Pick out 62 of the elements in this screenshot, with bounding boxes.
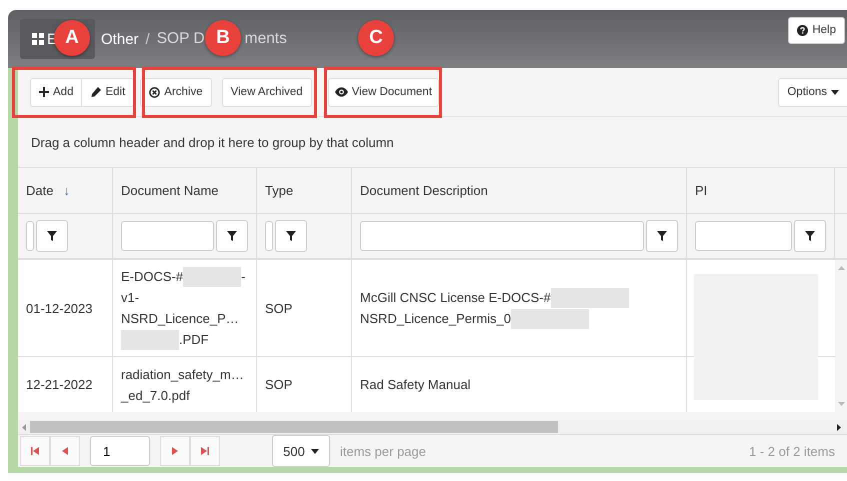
page-size-label: items per page: [340, 444, 426, 458]
filter-field[interactable]: [26, 221, 34, 251]
page-field[interactable]: 1: [90, 436, 150, 466]
table-cell: SOP: [257, 260, 352, 356]
column-header[interactable]: PI: [687, 168, 835, 214]
column-header[interactable]: Document Description: [352, 168, 687, 214]
funnel-icon: [286, 231, 296, 241]
circle-x-icon: [149, 86, 160, 98]
funnel-icon: [47, 231, 57, 241]
column-header[interactable]: Document Name: [113, 168, 257, 214]
filter-button[interactable]: [275, 220, 307, 252]
horizontal-scrollbar[interactable]: [18, 420, 847, 434]
options-button[interactable]: Options: [778, 78, 847, 106]
edit-button[interactable]: Edit: [82, 78, 134, 106]
filter-field[interactable]: [121, 221, 214, 251]
breadcrumb-link[interactable]: Other: [101, 30, 139, 48]
filter-field[interactable]: [695, 221, 792, 251]
filter-button[interactable]: [216, 220, 248, 252]
last-page-button[interactable]: [190, 436, 220, 466]
table-cell: E-DOCS-# - v1- NSRD_Licence_P… .PDF: [113, 260, 257, 356]
archive-button[interactable]: Archive: [140, 78, 212, 106]
table-cell: Rad Safety Manual: [352, 357, 687, 412]
view-document-button[interactable]: View Document: [328, 78, 440, 106]
grid-icon: [32, 33, 44, 45]
filter-field[interactable]: [360, 221, 644, 251]
view-archived-button[interactable]: View Archived: [222, 78, 312, 106]
next-page-button[interactable]: [160, 436, 190, 466]
left-triangle-icon: [62, 447, 68, 455]
table-cell: SOP: [257, 357, 352, 412]
caret-icon: [310, 448, 319, 454]
column-header[interactable]: Type: [257, 168, 352, 214]
page-title: ments: [244, 30, 287, 48]
filter-button[interactable]: [794, 220, 826, 252]
right-arrow-icon[interactable]: [837, 424, 841, 430]
left-arrow-icon[interactable]: [22, 424, 26, 430]
table-cell: radiation_safety_m… _ed_7.0.pdf: [113, 357, 257, 412]
filter-button[interactable]: [646, 220, 678, 252]
skip-back-icon: [31, 447, 39, 455]
right-triangle-icon: [172, 447, 178, 455]
eye-icon: [334, 87, 348, 97]
filter-button[interactable]: [36, 220, 68, 252]
plus-icon: [39, 87, 49, 97]
add-button[interactable]: Add: [30, 78, 82, 106]
funnel-icon: [227, 231, 237, 241]
funnel-icon: [805, 231, 815, 241]
column-header[interactable]: Date ↓: [18, 168, 113, 214]
previous-page-button[interactable]: [50, 436, 80, 466]
page-size-dropdown[interactable]: 500: [272, 435, 330, 467]
breadcrumb-separator: /: [146, 30, 150, 48]
pencil-icon: [90, 86, 102, 98]
table-cell: 12-21-2022: [18, 357, 113, 412]
table-cell: 01-12-2023: [18, 260, 113, 356]
page-title: SOP D: [156, 30, 205, 48]
caret-icon: [831, 90, 839, 94]
skip-forward-icon: [201, 447, 209, 455]
filter-field[interactable]: [265, 221, 273, 251]
help-button[interactable]: Help: [788, 16, 845, 44]
first-page-button[interactable]: [20, 436, 50, 466]
pager-summary: 1 - 2 of 2 items: [749, 444, 835, 458]
table-cell: McGill CNSC License E-DOCS-# NSRD_Licence_Permis_0: [352, 260, 687, 356]
funnel-icon: [657, 231, 667, 241]
question-icon: [797, 24, 808, 36]
